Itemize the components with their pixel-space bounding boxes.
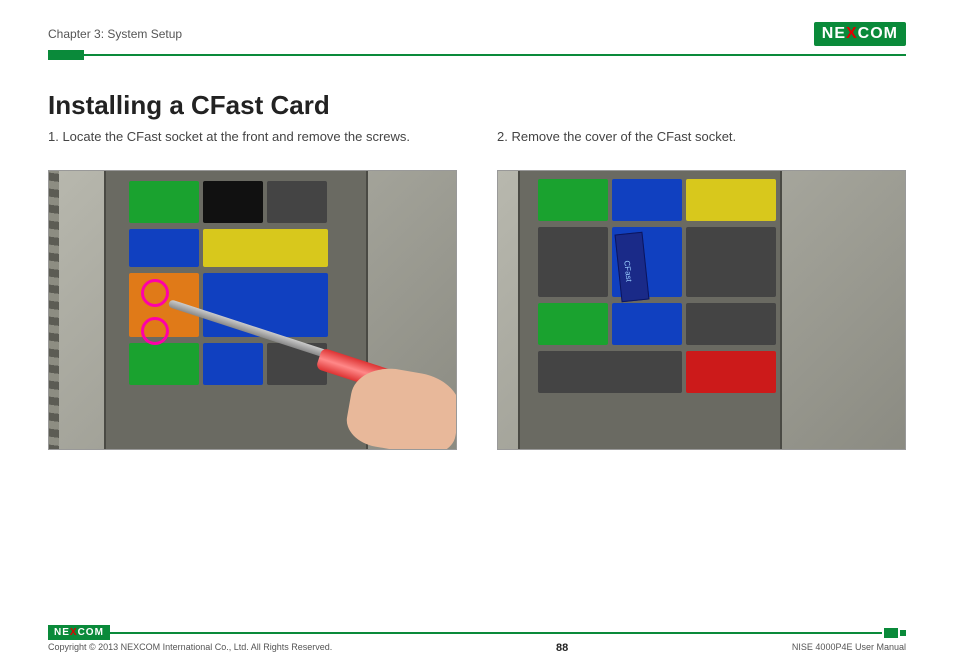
brand-x-icon: X <box>846 25 858 43</box>
manual-page: Chapter 3: System Setup NEXCOM Installin… <box>0 0 954 460</box>
footer-end-square-icon <box>900 630 906 636</box>
figure-step-1 <box>48 170 457 450</box>
brand-right: COM <box>78 627 104 638</box>
port-green-icon <box>129 181 199 223</box>
port-yellow-icon <box>686 179 776 221</box>
footer-end-block-icon <box>884 628 898 638</box>
port-blue-icon <box>129 229 199 267</box>
port-red-icon <box>686 351 776 393</box>
port-blue3-icon <box>612 303 682 345</box>
port-blue-icon <box>612 179 682 221</box>
brand-logo-box: NEXCOM <box>814 22 906 46</box>
chassis-fins-icon <box>48 170 59 450</box>
port-blue3-icon <box>203 343 263 385</box>
header-rule-block <box>48 50 84 60</box>
screw-highlight-icon <box>141 279 169 307</box>
page-number: 88 <box>556 642 568 654</box>
header-rule-line <box>84 54 906 56</box>
chapter-label: Chapter 3: System Setup <box>48 27 182 41</box>
left-column: 1. Locate the CFast socket at the front … <box>48 129 457 450</box>
port-grey-icon <box>538 227 608 297</box>
screw-highlight-icon <box>141 317 169 345</box>
brand-right: COM <box>858 25 898 43</box>
footer-text-row: Copyright © 2013 NEXCOM International Co… <box>48 642 906 654</box>
brand-x-icon: X <box>70 627 78 638</box>
figure-step-2 <box>497 170 906 450</box>
footer-brand-logo: NEXCOM <box>48 625 110 640</box>
port-grey-icon <box>267 181 327 223</box>
port-grey2-icon <box>686 227 776 297</box>
footer-bar: NEXCOM <box>48 625 906 640</box>
port-yellow-icon <box>203 229 328 267</box>
header-rule <box>48 50 906 60</box>
page-title: Installing a CFast Card <box>48 90 906 121</box>
port-grey4-icon <box>538 351 682 393</box>
port-green2-icon <box>129 343 199 385</box>
step-1-text: 1. Locate the CFast socket at the front … <box>48 129 457 144</box>
doc-reference: NISE 4000P4E User Manual <box>792 642 906 654</box>
step-2-text: 2. Remove the cover of the CFast socket. <box>497 129 906 144</box>
port-black-icon <box>203 181 263 223</box>
brand-logo: NEXCOM <box>814 22 906 46</box>
port-grey3-icon <box>686 303 776 345</box>
copyright-text: Copyright © 2013 NEXCOM International Co… <box>48 642 332 654</box>
brand-left: NE <box>54 627 70 638</box>
brand-left: NE <box>822 25 846 43</box>
right-column: 2. Remove the cover of the CFast socket. <box>497 129 906 450</box>
page-footer: NEXCOM Copyright © 2013 NEXCOM Internati… <box>48 625 906 654</box>
header-row: Chapter 3: System Setup NEXCOM <box>48 22 906 46</box>
port-blue2-icon <box>203 273 328 337</box>
port-green2-icon <box>538 303 608 345</box>
port-green-icon <box>538 179 608 221</box>
content-columns: 1. Locate the CFast socket at the front … <box>48 129 906 450</box>
footer-rule-line <box>110 632 882 634</box>
